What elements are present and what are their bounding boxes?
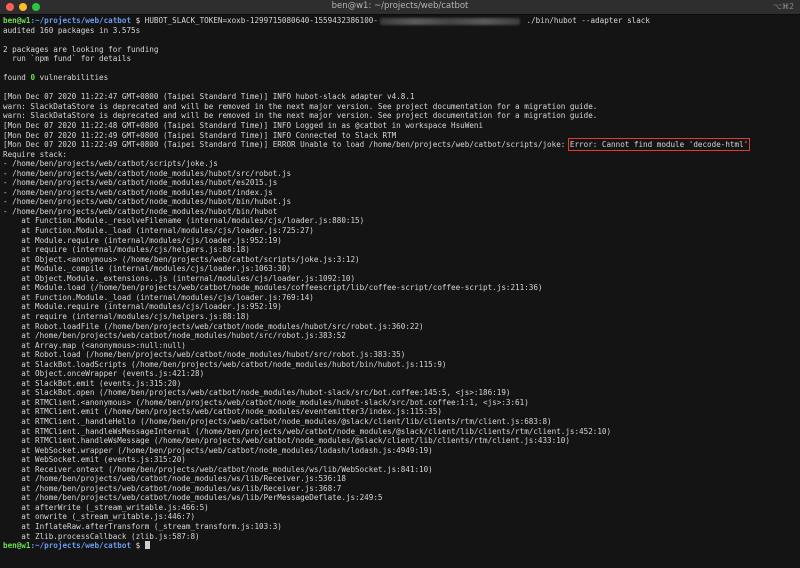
output-line: Require stack: xyxy=(3,149,68,159)
output-line: at Object.Module._extensions..js (intern… xyxy=(3,273,356,283)
output-line: - /home/ben/projects/web/catbot/node_mod… xyxy=(3,168,292,178)
prompt-user-host: ben@w1 xyxy=(3,541,31,551)
vuln-prefix: found xyxy=(3,73,31,83)
title-bar[interactable]: ben@w1: ~/projects/web/catbot ⌥⌘2 xyxy=(0,0,800,15)
output-line: at RTMClient.<anonymous> (/home/ben/proj… xyxy=(3,397,529,407)
prompt-path: :~/projects/web/catbot xyxy=(30,541,132,551)
output-line: at Function.Module._load (internal/modul… xyxy=(3,292,314,302)
command-args: ./bin/hubot --adapter slack xyxy=(521,16,650,25)
error-highlight: Error: Cannot find module 'decode-html' xyxy=(567,138,751,152)
output-line: run `npm fund` for details xyxy=(3,54,132,64)
output-line: at Function.Module._load (internal/modul… xyxy=(3,226,314,236)
output-line: at RTMClient.handleWsMessage (/home/ben/… xyxy=(3,436,570,446)
output-line: audited 160 packages in 3.575s xyxy=(3,25,141,35)
output-line: - /home/ben/projects/web/catbot/node_mod… xyxy=(3,206,278,216)
output-line: at Robot.loadFile (/home/ben/projects/we… xyxy=(3,321,424,331)
command-text: HUBOT_SLACK_TOKEN=xoxb-1299715080640-155… xyxy=(144,16,378,25)
output-line: at RTMClient.emit (/home/ben/projects/we… xyxy=(3,407,442,417)
output-line: - /home/ben/projects/web/catbot/scripts/… xyxy=(3,159,218,169)
output-line: warn: SlackDataStore is deprecated and w… xyxy=(3,101,598,111)
output-line: [Mon Dec 07 2020 11:22:49 GMT+0800 (Taip… xyxy=(3,130,397,140)
output-line: at onwrite (_stream_writable.js:446:7) xyxy=(3,512,196,522)
output-line: at Robot.load (/home/ben/projects/web/ca… xyxy=(3,350,406,360)
stack-trace: Require stack: - /home/ben/projects/web/c… xyxy=(3,150,797,541)
prompt-symbol: $ xyxy=(131,16,145,25)
output-line: at Module.load (/home/ben/projects/web/c… xyxy=(3,283,543,293)
output-line: - /home/ben/projects/web/catbot/node_mod… xyxy=(3,197,292,207)
npm-output: audited 160 packages in 3.575s 2 packages… xyxy=(3,26,797,74)
output-line: 2 packages are looking for funding xyxy=(3,44,159,54)
output-line: at Function.Module._resolveFilename (int… xyxy=(3,216,365,226)
output-line: at require (internal/modules/cjs/helpers… xyxy=(3,311,250,321)
window-title: ben@w1: ~/projects/web/catbot xyxy=(331,1,469,11)
error-prefix: [Mon Dec 07 2020 11:22:49 GMT+0800 (Taip… xyxy=(3,140,570,150)
output-line: [Mon Dec 07 2020 11:22:48 GMT+0800 (Taip… xyxy=(3,121,484,131)
output-line: at /home/ben/projects/web/catbot/node_mo… xyxy=(3,331,346,341)
error-line: [Mon Dec 07 2020 11:22:49 GMT+0800 (Taip… xyxy=(3,138,797,152)
output-line: [Mon Dec 07 2020 11:22:47 GMT+0800 (Taip… xyxy=(3,92,415,102)
window-shortcut: ⌥⌘2 xyxy=(773,2,794,11)
prompt-user-host: ben@w1 xyxy=(3,16,31,25)
output-line: at Zlib.processCallback (zlib.js:587:8) xyxy=(3,531,200,541)
terminal-output[interactable]: ben@w1:~/projects/web/catbot $ HUBOT_SLA… xyxy=(3,16,797,568)
output-line: at Receiver.ontext (/home/ben/projects/w… xyxy=(3,464,433,474)
output-line: at InflateRaw.afterTransform (_stream_tr… xyxy=(3,521,282,531)
output-line: at /home/ben/projects/web/catbot/node_mo… xyxy=(3,483,342,493)
output-line: at afterWrite (_stream_writable.js:466:5… xyxy=(3,502,209,512)
output-line: - /home/ben/projects/web/catbot/node_mod… xyxy=(3,187,273,197)
output-line: at RTMClient._handleWsMessageInternal (/… xyxy=(3,426,612,436)
output-line: at /home/ben/projects/web/catbot/node_mo… xyxy=(3,493,383,503)
terminal-window: ben@w1: ~/projects/web/catbot ⌥⌘2 ben@w1… xyxy=(0,0,800,568)
final-prompt-line: ben@w1:~/projects/web/catbot $ xyxy=(3,541,797,551)
output-line: at SlackBot.emit (events.js:315:20) xyxy=(3,378,182,388)
output-line: at /home/ben/projects/web/catbot/node_mo… xyxy=(3,474,346,484)
output-line: at SlackBot.open (/home/ben/projects/web… xyxy=(3,388,511,398)
hubot-log: [Mon Dec 07 2020 11:22:47 GMT+0800 (Taip… xyxy=(3,83,797,140)
output-line: at WebSocket.wrapper (/home/ben/projects… xyxy=(3,445,433,455)
vuln-suffix: vulnerabilities xyxy=(35,73,109,83)
output-line: at Module.require (internal/modules/cjs/… xyxy=(3,302,282,312)
output-line: at WebSocket.emit (events.js:315:20) xyxy=(3,455,186,465)
command-line: ben@w1:~/projects/web/catbot $ HUBOT_SLA… xyxy=(3,16,797,26)
output-line: at Module._compile (internal/modules/cjs… xyxy=(3,264,292,274)
redacted-token xyxy=(379,17,520,25)
output-line: at Object.<anonymous> (/home/ben/project… xyxy=(3,254,360,264)
output-line: at Module.require (internal/modules/cjs/… xyxy=(3,235,282,245)
prompt-path: :~/projects/web/catbot xyxy=(30,16,132,25)
output-line: at require (internal/modules/cjs/helpers… xyxy=(3,245,250,255)
output-line: at RTMClient._handleHello (/home/ben/pro… xyxy=(3,416,552,426)
terminal-cursor xyxy=(144,541,150,550)
output-line: - /home/ben/projects/web/catbot/node_mod… xyxy=(3,178,278,188)
vulnerabilities-line: found 0 vulnerabilities xyxy=(3,73,797,83)
output-line: at Array.map (<anonymous>:null:null) xyxy=(3,340,186,350)
prompt-symbol: $ xyxy=(131,541,145,551)
output-line: warn: SlackDataStore is deprecated and w… xyxy=(3,111,598,121)
output-line: at SlackBot.loadScripts (/home/ben/proje… xyxy=(3,359,447,369)
output-line: at Object.onceWrapper (events.js:421:28) xyxy=(3,369,205,379)
